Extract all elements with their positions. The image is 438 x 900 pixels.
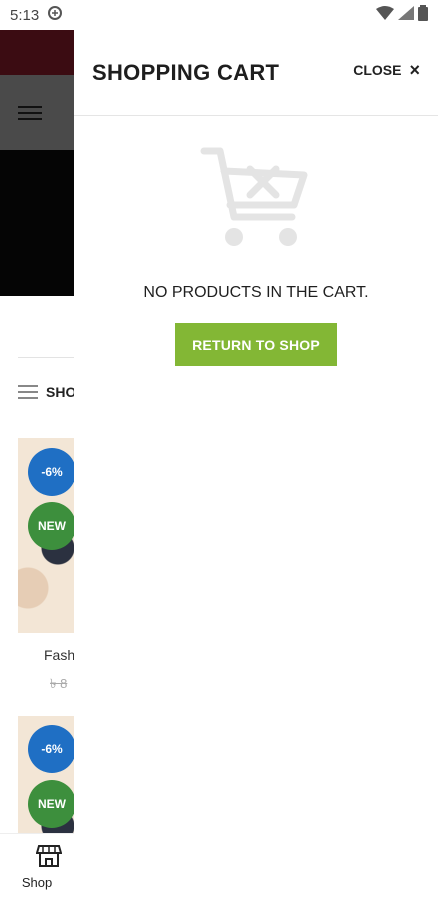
hamburger-menu-icon[interactable] [18, 102, 42, 124]
product-name[interactable]: Fash [44, 647, 74, 663]
discount-badge: -6% [28, 725, 74, 773]
new-badge: NEW [28, 780, 74, 828]
menu-lines-icon [18, 381, 38, 403]
product-price: ৳ 8 [50, 676, 68, 691]
bottom-nav-shop-label: Shop [21, 875, 53, 890]
new-badge: NEW [28, 502, 74, 550]
cart-header: SHOPPING CART CLOSE × [74, 30, 438, 116]
close-label: CLOSE [353, 62, 402, 78]
close-cart-button[interactable]: CLOSE × [353, 61, 420, 79]
sync-icon [47, 5, 63, 25]
cart-title: SHOPPING CART [92, 59, 280, 85]
shop-menu-toggle[interactable]: SHO [18, 381, 74, 403]
wifi-icon [376, 6, 394, 24]
empty-cart-message: NO PRODUCTS IN THE CART. [143, 284, 369, 301]
battery-icon [418, 5, 428, 25]
empty-cart-icon [200, 145, 310, 255]
header-bar [0, 75, 74, 150]
store-icon [35, 844, 63, 873]
status-time: 5:13 [10, 6, 40, 24]
product-card-image[interactable]: -6% NEW [18, 438, 74, 633]
divider [18, 357, 74, 358]
return-to-shop-button[interactable]: RETURN TO SHOP [175, 323, 337, 366]
cart-panel: SHOPPING CART CLOSE × NO PRODUCTS IN THE… [74, 30, 438, 900]
product-card-image[interactable]: -6% NEW [18, 716, 74, 833]
close-icon: × [409, 60, 420, 80]
hero-banner [0, 150, 74, 296]
background-page: SHO -6% NEW Fash ৳ 8 -6% NEW Shop [0, 30, 74, 900]
discount-badge: -6% [28, 448, 74, 496]
status-bar: 5:13 [0, 0, 438, 30]
signal-icon [398, 6, 414, 24]
bottom-nav-shop[interactable]: Shop [0, 833, 74, 900]
shop-menu-label: SHO [46, 384, 74, 400]
status-icons [376, 5, 428, 25]
top-banner [0, 30, 74, 75]
